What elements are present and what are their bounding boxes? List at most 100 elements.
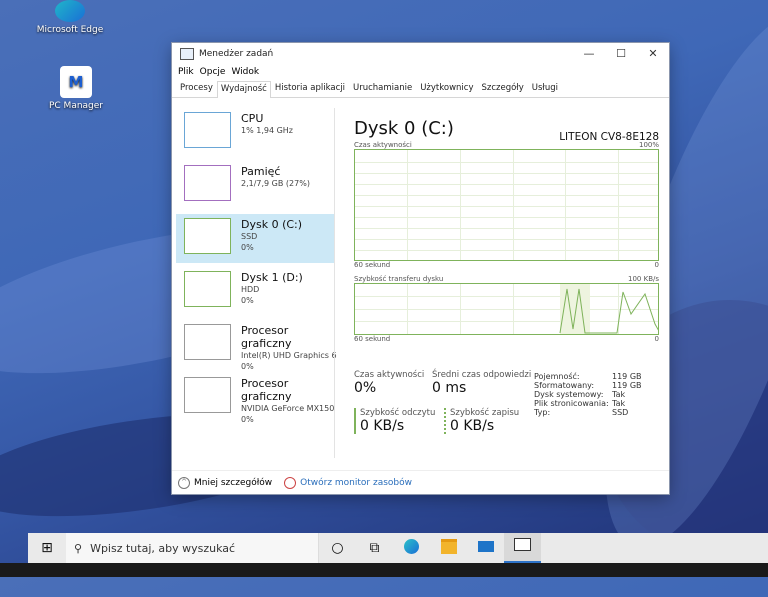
resource-name: Dysk 0 (C:)	[241, 218, 303, 231]
transfer-rate-line	[559, 288, 658, 334]
task-manager-window: Menedżer zadań — ☐ ✕ Plik Opcje Widok Pr…	[172, 43, 669, 494]
desktop-icon-label: Microsoft Edge	[36, 25, 104, 35]
write-speed-value: 0 KB/s	[450, 418, 495, 434]
resource-monitor-icon	[284, 477, 297, 489]
graph1-min: 0	[654, 261, 659, 269]
active-time-value: 0%	[354, 380, 377, 396]
graph1-label: Czas aktywności	[354, 141, 412, 149]
title-bar[interactable]: Menedżer zadań — ☐ ✕	[172, 43, 669, 64]
task-manager-icon	[180, 47, 194, 60]
taskbar-search[interactable]: ⚲ Wpisz tutaj, aby wyszukać	[66, 533, 319, 563]
resource-item-disk1[interactable]: Dysk 1 (D:) HDD 0%	[176, 267, 334, 316]
resource-detail: SSD	[241, 232, 258, 241]
tab-performance[interactable]: Wydajność	[216, 81, 271, 98]
desktop-icon-label: PC Manager	[48, 101, 104, 111]
monitor-bezel	[0, 563, 768, 577]
desktop-icon-edge[interactable]: Microsoft Edge	[30, 0, 110, 35]
resource-list: CPU 1% 1,94 GHz Pamięć 2,1/7,9 GB (27%) …	[176, 108, 337, 458]
transfer-rate-graph	[354, 283, 659, 335]
resource-usage: 0%	[241, 415, 254, 424]
search-icon: ⚲	[74, 541, 83, 555]
resource-detail: 2,1/7,9 GB (27%)	[241, 179, 310, 188]
desktop-icon-pc-manager[interactable]: M PC Manager	[36, 66, 116, 111]
resource-item-gpu0[interactable]: Procesor graficzny Intel(R) UHD Graphics…	[176, 320, 337, 371]
taskbar-edge[interactable]	[393, 538, 430, 558]
taskbar: ⊞ ⚲ Wpisz tutaj, aby wyszukać ○ ⧉	[28, 533, 768, 563]
resource-item-cpu[interactable]: CPU 1% 1,94 GHz	[176, 108, 334, 157]
active-time-graph	[354, 149, 659, 261]
taskbar-mail[interactable]	[467, 540, 504, 556]
property-row: Typ: SSD	[534, 408, 629, 417]
footer-bar: ^ Mniej szczegółów Otwórz monitor zasobó…	[172, 470, 669, 495]
menu-bar: Plik Opcje Widok	[172, 64, 669, 80]
gpu1-thumbnail-graph	[184, 377, 231, 413]
cortana-icon[interactable]: ○	[319, 540, 356, 556]
resource-name: Procesor graficzny	[241, 324, 292, 350]
graph1-time: 60 sekund	[354, 261, 391, 269]
response-time-value: 0 ms	[432, 380, 467, 396]
read-speed-label: Szybkość odczytu	[360, 408, 436, 418]
tab-services[interactable]: Usługi	[528, 80, 562, 97]
taskbar-file-explorer[interactable]	[430, 538, 467, 558]
resource-name: CPU	[241, 112, 264, 125]
tab-users[interactable]: Użytkownicy	[416, 80, 477, 97]
graph2-label: Szybkość transferu dysku	[354, 275, 444, 283]
menu-options[interactable]: Opcje	[200, 67, 226, 77]
memory-thumbnail-graph	[184, 165, 231, 201]
resource-name: Pamięć	[241, 165, 281, 178]
menu-file[interactable]: Plik	[178, 67, 194, 77]
resource-item-disk0[interactable]: Dysk 0 (C:) SSD 0%	[176, 214, 334, 263]
disk-model: LITEON CV8-8E128	[559, 131, 659, 143]
graph2-min: 0	[654, 335, 659, 343]
resource-name: Dysk 1 (D:)	[241, 271, 303, 284]
tab-app-history[interactable]: Historia aplikacji	[271, 80, 349, 97]
edge-icon	[404, 538, 419, 554]
windows-start-icon[interactable]: ⊞	[28, 540, 66, 556]
search-placeholder: Wpisz tutaj, aby wyszukać	[90, 541, 236, 555]
response-time-label: Średni czas odpowiedzi	[432, 370, 532, 380]
window-title: Menedżer zadań	[199, 48, 274, 59]
resource-detail: NVIDIA GeForce MX150	[241, 404, 335, 413]
resource-usage: 0%	[241, 296, 254, 305]
panel-divider[interactable]	[334, 108, 335, 458]
tab-bar: Procesy Wydajność Historia aplikacji Uru…	[172, 80, 669, 98]
resource-item-memory[interactable]: Pamięć 2,1/7,9 GB (27%)	[176, 161, 334, 210]
close-button[interactable]: ✕	[637, 47, 669, 60]
resource-usage: 0%	[241, 243, 254, 252]
disk0-thumbnail-graph	[184, 218, 231, 254]
tab-processes[interactable]: Procesy	[176, 80, 217, 97]
resource-detail: 1% 1,94 GHz	[241, 126, 294, 135]
mail-icon	[477, 541, 494, 552]
task-view-icon[interactable]: ⧉	[356, 540, 393, 556]
resource-detail: Intel(R) UHD Graphics 6	[241, 351, 337, 360]
property-row: Sformatowany: 119 GB	[534, 381, 642, 390]
tab-startup[interactable]: Uruchamianie	[349, 80, 416, 97]
resource-item-gpu1[interactable]: Procesor graficzny NVIDIA GeForce MX150 …	[176, 373, 335, 424]
chevron-up-icon[interactable]: ^	[178, 477, 190, 489]
property-row: Plik stronicowania: Tak	[534, 399, 626, 408]
cpu-thumbnail-graph	[184, 112, 231, 148]
edge-icon	[55, 0, 85, 22]
minimize-button[interactable]: —	[573, 47, 605, 60]
disk1-thumbnail-graph	[184, 271, 231, 307]
task-manager-icon	[514, 538, 531, 551]
resource-usage: 0%	[241, 362, 254, 371]
graph2-time: 60 sekund	[354, 335, 391, 343]
gpu0-thumbnail-graph	[184, 324, 231, 360]
maximize-button[interactable]: ☐	[605, 47, 637, 60]
menu-view[interactable]: Widok	[231, 67, 259, 77]
resource-name: Procesor graficzny	[241, 377, 292, 403]
write-speed-label: Szybkość zapisu	[450, 408, 520, 418]
less-details-link[interactable]: Mniej szczegółów	[194, 478, 272, 488]
disk-properties: Pojemność: 119 GB Sformatowany: 119 GB Dys…	[534, 372, 659, 417]
graph2-max: 100 KB/s	[628, 275, 659, 283]
tab-details[interactable]: Szczegóły	[477, 80, 527, 97]
pc-manager-icon: M	[60, 66, 92, 98]
resource-detail: HDD	[241, 285, 260, 294]
resource-monitor-link[interactable]: Otwórz monitor zasobów	[300, 478, 412, 488]
read-speed-value: 0 KB/s	[360, 418, 405, 434]
taskbar-task-manager[interactable]	[504, 533, 541, 563]
detail-panel: Dysk 0 (C:) LITEON CV8-8E128 Czas aktywn…	[354, 118, 659, 343]
active-time-label: Czas aktywności	[354, 370, 425, 380]
property-row: Pojemność: 119 GB	[534, 372, 642, 381]
